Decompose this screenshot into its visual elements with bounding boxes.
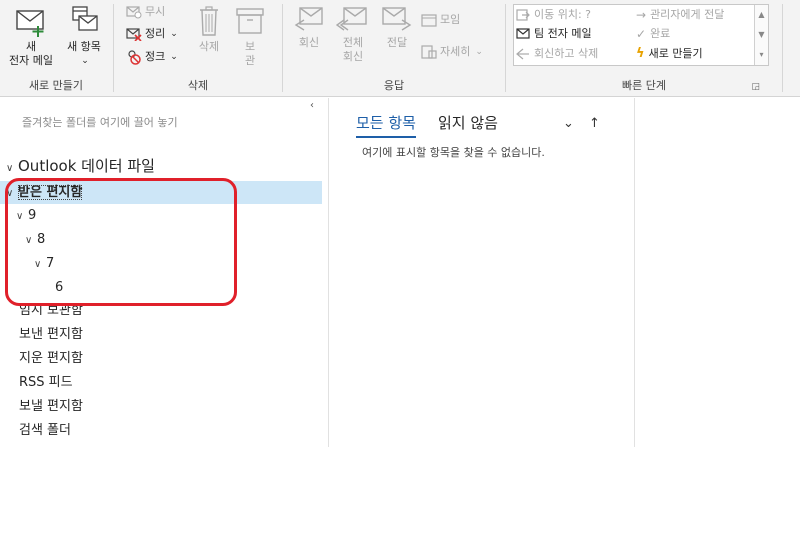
cleanup-label: 정리	[145, 27, 166, 40]
chevron-down-icon: ⌄	[170, 52, 178, 62]
folder-drafts[interactable]: 임시 보관함	[0, 299, 322, 322]
new-items-label: 새 항목	[67, 40, 101, 53]
archive-icon	[236, 8, 264, 34]
folder-9[interactable]: ∨ 9	[0, 204, 322, 227]
chevron-down-icon[interactable]: ∨	[34, 253, 46, 276]
archive-button[interactable]: 보 관	[232, 4, 268, 68]
dialog-launcher-icon[interactable]: ◲	[751, 82, 760, 92]
delete-label: 삭제	[198, 40, 220, 53]
more-label: 자세히	[440, 45, 471, 58]
delete-icon	[200, 6, 218, 36]
folder-root[interactable]: ∨ Outlook 데이터 파일	[0, 155, 322, 178]
new-items-icon	[72, 6, 98, 31]
folder-rss[interactable]: RSS 피드	[0, 371, 322, 394]
cleanup-button[interactable]: 정리 ⌄	[126, 25, 178, 43]
folder-drafts-label: 임시 보관함	[19, 303, 83, 318]
ignore-label: 무시	[145, 5, 166, 18]
chevron-down-icon: ⌄	[81, 56, 89, 66]
new-email-label-2: 전자 메일	[9, 54, 53, 67]
folder-deleted[interactable]: 지운 편지함	[0, 347, 322, 370]
delete-button[interactable]: 삭제	[192, 4, 226, 54]
reading-pane	[636, 98, 800, 447]
folder-root-label: Outlook 데이터 파일	[18, 157, 155, 175]
more-respond-button[interactable]: 자세히 ⌄	[421, 43, 483, 61]
folder-inbox-label: 받은 편지함	[18, 185, 83, 200]
folder-search[interactable]: 검색 폴더	[0, 419, 322, 442]
folder-pane: ‹ 즐겨찾는 폴더를 여기에 끌어 놓기 ∨ Outlook 데이터 파일 ∨ 받은…	[0, 98, 329, 447]
folder-deleted-label: 지운 편지함	[19, 351, 83, 366]
folder-sent-label: 보낸 편지함	[19, 327, 83, 342]
folder-6[interactable]: 6	[0, 276, 322, 299]
folder-rss-label: RSS 피드	[19, 375, 73, 390]
junk-button[interactable]: 정크 ⌄	[126, 48, 178, 66]
meeting-button[interactable]: 모임	[421, 11, 460, 29]
chevron-down-icon[interactable]: ∨	[6, 157, 18, 180]
folder-8[interactable]: ∨ 8	[0, 228, 322, 251]
collapse-pane-icon[interactable]: ‹	[310, 100, 314, 111]
chevron-down-icon[interactable]: ∨	[16, 205, 28, 228]
reply-button[interactable]: 회신	[289, 4, 329, 50]
chevron-down-icon[interactable]: ∨	[6, 182, 18, 205]
folder-sent[interactable]: 보낸 편지함	[0, 323, 322, 346]
delete-group-label: 삭제	[187, 79, 209, 92]
folder-7-label: 7	[46, 256, 55, 271]
group-divider	[782, 4, 783, 92]
reply-all-label-2: 회신	[342, 50, 364, 63]
new-items-button[interactable]: 새 항목 ⌄	[60, 4, 108, 68]
junk-icon	[128, 50, 141, 65]
reply-icon	[294, 7, 323, 31]
forward-label: 전달	[386, 36, 408, 49]
archive-label-1: 보	[244, 40, 256, 53]
message-list: 모든 항목 읽지 않음 ⌄ ↑ 여기에 표시할 항목을 찾을 수 없습니다.	[330, 98, 635, 447]
chevron-down-icon: ⌄	[475, 47, 483, 57]
empty-list-message: 여기에 표시할 항목을 찾을 수 없습니다.	[362, 146, 545, 159]
more-icon	[421, 45, 437, 59]
folder-8-label: 8	[37, 232, 46, 247]
tab-all-items[interactable]: 모든 항목	[356, 112, 416, 138]
meeting-label: 모임	[440, 13, 461, 26]
sort-direction-icon[interactable]: ↑	[589, 116, 600, 131]
reply-all-button[interactable]: 전체 회신	[333, 4, 373, 64]
ignore-button[interactable]: 무시	[126, 3, 165, 21]
sort-options-icon[interactable]: ⌄	[563, 116, 574, 131]
tab-unread[interactable]: 읽지 않음	[438, 112, 498, 138]
new-group: 새 전자 메일 새 항목 ⌄ 새로 만들기	[0, 0, 112, 97]
new-email-button[interactable]: 새 전자 메일	[2, 4, 60, 68]
new-email-label-1: 새	[25, 40, 37, 53]
folder-search-label: 검색 폴더	[19, 423, 71, 438]
reply-all-icon	[336, 7, 367, 31]
favorites-drop-hint: 즐겨찾는 폴더를 여기에 끌어 놓기	[22, 116, 178, 129]
ribbon: 새 전자 메일 새 항목 ⌄ 새로 만들기 무시 정리 ⌄ 정크 ⌄ 삭제 보 …	[0, 0, 800, 97]
forward-icon	[382, 7, 412, 31]
delete-group: 무시 정리 ⌄ 정크 ⌄ 삭제 보 관 삭제	[114, 0, 282, 97]
junk-label: 정크	[145, 50, 166, 63]
respond-group-label: 응답	[383, 79, 405, 92]
folder-6-label: 6	[55, 280, 64, 295]
chevron-down-icon[interactable]: ∨	[25, 229, 37, 252]
archive-label-2: 관	[244, 54, 256, 67]
reply-label: 회신	[298, 36, 320, 49]
reply-all-label-1: 전체	[342, 36, 364, 49]
new-group-label: 새로 만들기	[28, 79, 84, 92]
respond-group: 회신 전체 회신 전달 모임 자세히 ⌄ 응답	[283, 0, 505, 97]
quick-steps-group: 빠른 단계 ◲	[506, 0, 782, 97]
folder-outbox-label: 보낼 편지함	[19, 399, 83, 414]
chevron-down-icon: ⌄	[170, 29, 178, 39]
meeting-icon	[421, 14, 437, 27]
quick-steps-group-label: 빠른 단계	[622, 79, 666, 92]
cleanup-icon	[126, 28, 142, 41]
folder-7[interactable]: ∨ 7	[0, 252, 322, 275]
new-mail-icon	[16, 10, 44, 37]
ignore-icon	[126, 6, 142, 19]
folder-inbox[interactable]: ∨ 받은 편지함	[0, 181, 322, 204]
folder-outbox[interactable]: 보낼 편지함	[0, 395, 322, 418]
blank-area	[0, 447, 800, 533]
forward-button[interactable]: 전달	[377, 4, 417, 50]
folder-9-label: 9	[28, 208, 37, 223]
